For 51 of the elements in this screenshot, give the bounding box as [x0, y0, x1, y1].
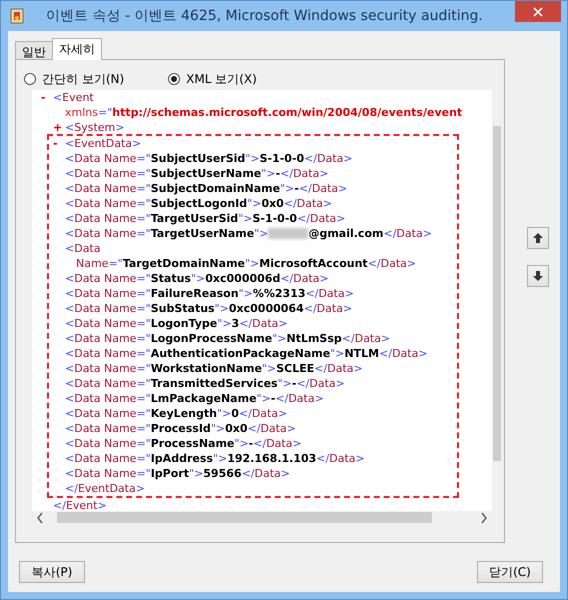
xml-line: <Data Name="SubjectLogonId">0x0</Data> [65, 196, 332, 211]
xml-line: <Data Name="SubjectUserName">-</Data> [65, 166, 329, 181]
scroll-left-icon[interactable] [36, 512, 44, 524]
tab[interactable]: 자세히 [52, 38, 102, 60]
close-button[interactable] [515, 1, 561, 22]
xml-line: xmlns="http://schemas.microsoft.com/win/2004/08/events/event [65, 105, 462, 120]
xml-line: <System> [65, 120, 124, 135]
close-dialog-button[interactable]: 닫기(C) [477, 561, 543, 583]
collapse-toggle[interactable]: - [41, 90, 53, 105]
xml-line: <Event [53, 90, 94, 105]
xml-line: <Data Name="TargetUserSid">S-1-0-0</Data> [65, 211, 346, 226]
xml-line: <EventData> [65, 136, 142, 151]
xml-line: Name="TargetDomainName">MicrosoftAccount</Data> [75, 256, 416, 271]
xml-line: @gmail.com</Data> [308, 226, 432, 241]
xml-line: <Data Name="ProcessId">0x0</Data> [65, 421, 296, 436]
xml-line: <Data Name="WorkstationName">SCLEE</Data> [65, 361, 363, 376]
xml-line: <Data Name="SubjectUserSid">S-1-0-0</Data> [65, 151, 353, 166]
tab[interactable]: 일반 [15, 41, 53, 59]
xml-line: </EventData> [65, 481, 145, 496]
horizontal-scrollbar[interactable] [32, 511, 502, 524]
collapse-toggle[interactable]: + [53, 120, 65, 135]
move-up-button[interactable] [527, 227, 549, 249]
window-title: 이벤트 속성 - 이벤트 4625, Microsoft Windows security auditing. [45, 7, 484, 25]
xml-line: <Data Name="ProcessName">-</Data> [65, 436, 302, 451]
xml-line: <Data Name="KeyLength">0</Data> [65, 406, 288, 421]
xml-line: <Data Name="AuthenticationPackageName">NTLM</Data> [65, 346, 428, 361]
radio-button[interactable] [168, 73, 180, 85]
xml-line: <Data Name="LogonType">3</Data> [65, 316, 288, 331]
xml-line: <Data Name="Status">0xc000006d</Data> [65, 271, 329, 286]
xml-line: <Data Name="TargetUserName"> [65, 226, 268, 241]
xml-line: <Data Name="IpAddress">192.168.1.103</Data> [65, 451, 365, 466]
xml-line: </Event> [53, 498, 107, 511]
up-arrow-icon [532, 232, 544, 244]
radio-option[interactable]: XML 보기(X) [168, 68, 257, 90]
xml-line: <Data Name="SubjectDomainName">-</Data> [65, 181, 348, 196]
radio-button[interactable] [24, 73, 36, 85]
xml-line: <Data [65, 241, 100, 256]
xml-line: <Data Name="SubStatus">0xc0000064</Data> [65, 301, 352, 316]
xml-line: <Data Name="LmPackageName">-</Data> [65, 391, 324, 406]
xml-line: <Data Name="FailureReason">%%2313</Data> [65, 286, 354, 301]
scroll-right-icon[interactable] [480, 512, 488, 524]
collapse-toggle[interactable]: - [53, 136, 65, 151]
radio-option[interactable]: 간단히 보기(N) [24, 68, 124, 90]
copy-button[interactable]: 복사(P) [19, 561, 85, 583]
close-icon [533, 6, 543, 16]
xml-line: <Data Name="LogonProcessName">NtLmSsp</Data> [65, 331, 390, 346]
move-down-button[interactable] [527, 265, 549, 287]
xml-line: <Data Name="TransmittedServices">-</Data> [65, 376, 345, 391]
down-arrow-icon [532, 270, 544, 282]
xml-line: <Data Name="IpPort">59566</Data> [65, 466, 290, 481]
event-log-icon [10, 8, 24, 24]
